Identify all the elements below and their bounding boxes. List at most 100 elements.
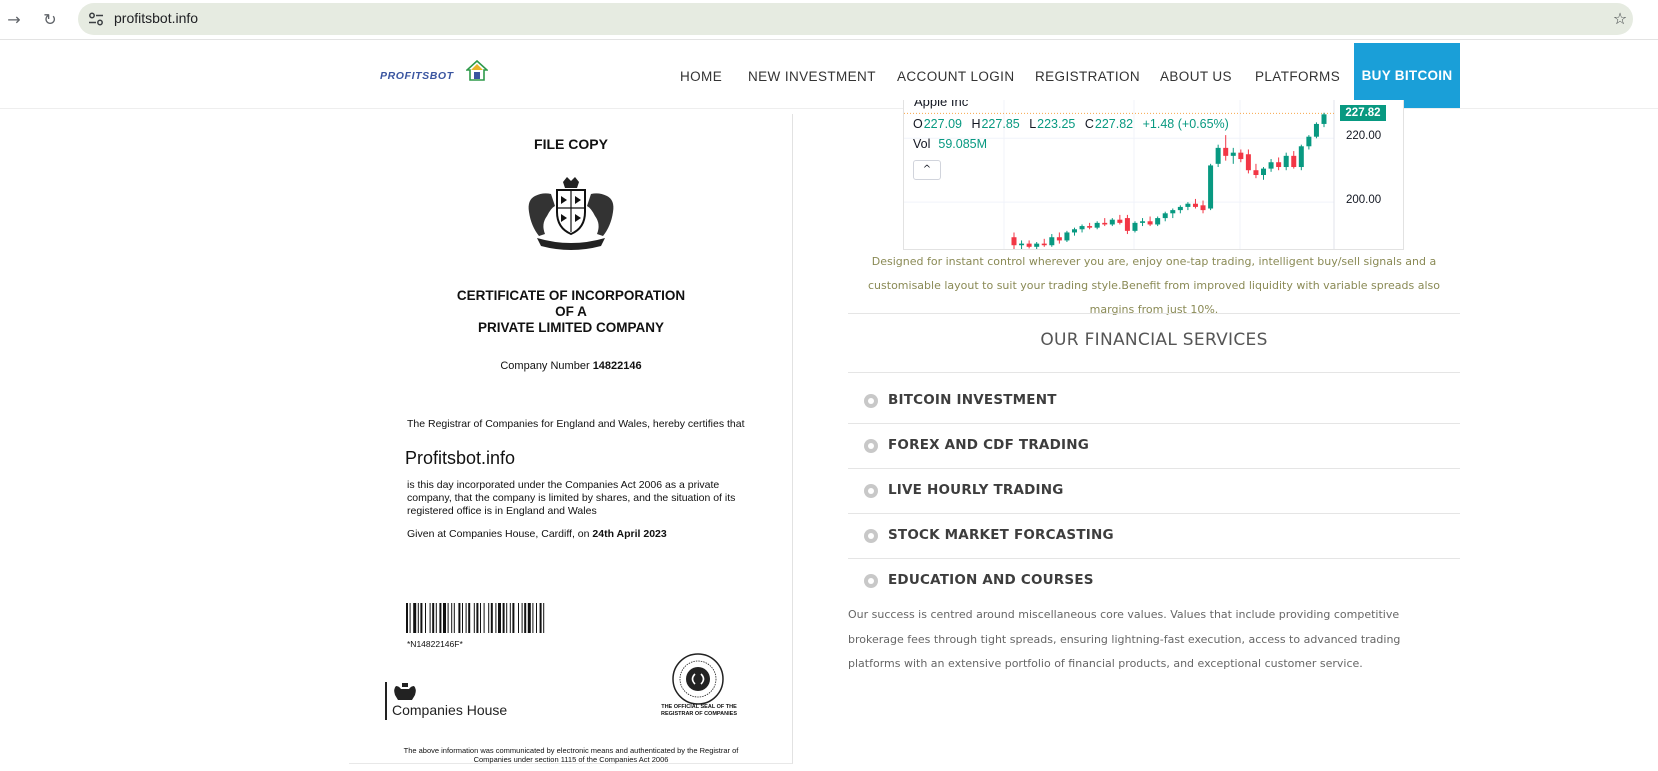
price-chart-widget[interactable]: Apple Inc O227.09 H227.85 L223.25 C227.8…: [903, 100, 1404, 250]
candle-body: [1124, 218, 1130, 231]
barcode-bar: [435, 603, 437, 633]
candle-body: [1313, 123, 1319, 137]
seal-caption: THE OFFICIAL SEAL OF THE REGISTRAR OF CO…: [661, 704, 737, 717]
barcode-bar: [521, 603, 523, 633]
last-price-tag: 227.82: [1340, 105, 1386, 122]
barcode-bar: [476, 603, 479, 633]
barcode-bar: [447, 603, 449, 633]
bookmark-star-icon[interactable]: ☆: [1609, 8, 1631, 30]
barcode-bar: [451, 603, 453, 633]
cert-title-line1: CERTIFICATE OF INCORPORATION: [456, 288, 686, 303]
ohlc-low: 223.25: [1037, 117, 1076, 131]
ohlc-o-key: O: [913, 117, 923, 131]
candle-body: [1230, 152, 1236, 156]
candle-body: [1321, 114, 1327, 124]
nav-about-us[interactable]: ABOUT US: [1160, 69, 1232, 84]
barcode-bar: [524, 603, 527, 633]
legend-collapse-button[interactable]: ^: [913, 160, 941, 180]
cert-company-name: Profitsbot.info: [405, 448, 516, 468]
divider: [848, 313, 1460, 314]
companies-house-label: Companies House: [392, 702, 508, 718]
candle-body: [1049, 237, 1055, 246]
candle-body: [1071, 229, 1077, 233]
cert-given-date: 24th April 2023: [592, 528, 667, 540]
barcode-bar: [429, 603, 431, 633]
volume-value: 59.085M: [938, 137, 988, 151]
barcode-bar: [458, 603, 461, 633]
address-bar[interactable]: profitsbot.info ☆: [78, 3, 1633, 35]
service-item-education[interactable]: EDUCATION AND COURSES: [848, 559, 1460, 603]
candle-body: [1011, 237, 1017, 246]
candle-body: [1208, 165, 1214, 209]
candle-body: [1276, 162, 1282, 168]
candle-body: [1192, 203, 1198, 207]
ohlc-change: +1.48 (+0.65%): [1142, 117, 1229, 131]
service-item-forex-cdf[interactable]: FOREX AND CDF TRADING: [848, 424, 1460, 468]
cert-file-copy: FILE COPY: [534, 136, 608, 152]
barcode-bar: [490, 603, 493, 633]
barcode-bar: [536, 603, 537, 633]
radio-bullet-icon: [864, 394, 878, 408]
barcode-bar: [506, 603, 508, 633]
ohlc-l-key: L: [1029, 117, 1037, 131]
barcode-bar: [465, 603, 467, 633]
site-logo[interactable]: PROFITSBOT: [380, 60, 490, 90]
candle-body: [1200, 205, 1206, 211]
browser-toolbar: → ↻ profitsbot.info ☆: [0, 0, 1658, 40]
barcode-bar: [518, 603, 519, 633]
company-number-label: Company Number: [500, 360, 590, 372]
candle-body: [1041, 243, 1047, 246]
barcode-bar: [432, 603, 435, 633]
candle-body: [1087, 226, 1093, 228]
barcode-bar: [539, 603, 542, 633]
candle-body: [1064, 232, 1070, 241]
barcode-bar: [453, 603, 455, 633]
royal-coat-of-arms-icon: [528, 177, 614, 250]
site-settings-icon[interactable]: [88, 11, 104, 27]
barcode-bar: [483, 603, 485, 633]
candle-body: [1132, 222, 1138, 231]
barcode-bar: [413, 603, 417, 633]
cert-company-number: Company Number 14822146: [349, 360, 793, 372]
barcode-bar: [468, 603, 471, 633]
logo-text: PROFITSBOT: [380, 70, 454, 82]
service-item-bitcoin-investment[interactable]: BITCOIN INVESTMENT: [848, 379, 1460, 423]
candle-body: [1170, 210, 1176, 214]
cert-given-prefix: Given at Companies House, Cardiff, on: [407, 528, 590, 540]
registrar-seal-icon: [672, 653, 724, 705]
buy-bitcoin-button[interactable]: BUY BITCOIN: [1354, 43, 1460, 108]
candle-body: [1094, 222, 1100, 228]
barcode-bar: [417, 603, 419, 633]
cert-para-incorporated: is this day incorporated under the Compa…: [407, 479, 736, 517]
incorporation-certificate: FILE COPY CERTIFICATE OF INCORPORATION O…: [349, 114, 793, 764]
candle-body: [1056, 237, 1062, 241]
nav-account-login[interactable]: ACCOUNT LOGIN: [897, 69, 1014, 84]
forward-icon[interactable]: →: [2, 8, 26, 32]
barcode-bar: [498, 603, 501, 633]
barcode-icon: [406, 603, 545, 633]
y-tick-label: 200.00: [1346, 194, 1382, 207]
candle-body: [1298, 146, 1304, 168]
nav-new-investment[interactable]: NEW INVESTMENT: [748, 69, 876, 84]
candle-body: [1283, 155, 1289, 168]
nav-registration[interactable]: REGISTRATION: [1035, 69, 1140, 84]
cert-para-certifies: The Registrar of Companies for England a…: [407, 418, 745, 430]
candle-body: [1026, 243, 1032, 247]
candle-body: [1223, 147, 1229, 156]
barcode-bar: [462, 603, 463, 633]
barcode-bar: [509, 603, 511, 633]
radio-bullet-icon: [864, 574, 878, 588]
candle-body: [1253, 170, 1259, 175]
nav-home[interactable]: HOME: [680, 69, 722, 84]
service-item-live-hourly[interactable]: LIVE HOURLY TRADING: [848, 469, 1460, 513]
candle-body: [1109, 219, 1115, 225]
nav-platforms[interactable]: PLATFORMS: [1255, 69, 1340, 84]
service-item-stock-forcasting[interactable]: STOCK MARKET FORCASTING: [848, 514, 1460, 558]
barcode-bar: [406, 603, 408, 633]
radio-bullet-icon: [864, 484, 878, 498]
url-text[interactable]: profitsbot.info: [114, 10, 198, 26]
barcode-bar: [473, 603, 475, 633]
ohlc-close: 227.82: [1094, 117, 1134, 131]
candle-body: [1117, 219, 1123, 223]
reload-icon[interactable]: ↻: [38, 8, 62, 32]
